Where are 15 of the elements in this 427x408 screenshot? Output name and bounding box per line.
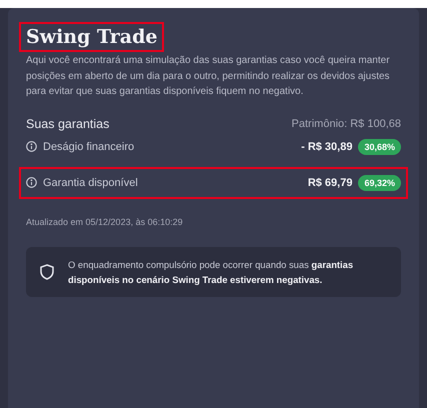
row-label: Deságio financeiro [43, 140, 136, 152]
description: Aqui você encontrará uma simulação das suas garantias caso você queira manter posições em aberto de um dia para o outro, permitindo realizar os devidos ajustes para evitar que suas garantias disponíveis fiquem no negativo. [26, 54, 391, 99]
notice-text: O enquadramento compulsório pode ocorrer quando suas garantias disponíveis no cenário Swing Trade estiverem negativas. [68, 258, 354, 286]
row-value: R$ 69,79 [308, 176, 352, 188]
row-value: - R$ 30,89 [301, 140, 352, 152]
percent-badge: 30,68% [358, 138, 401, 154]
percent-badge: 69,32% [358, 174, 401, 190]
info-icon [26, 177, 37, 188]
updated-text: Atualizado em 05/12/2023, às 06:10:29 [26, 216, 184, 226]
patrimony-text: Patrimônio: R$ 100,68 [292, 118, 401, 130]
page-title: Swing Trade [19, 22, 164, 52]
shield-icon [40, 264, 54, 280]
row-label: Garantia disponível [43, 176, 139, 188]
info-icon [26, 141, 37, 152]
section-heading: Suas garantias [26, 116, 110, 130]
